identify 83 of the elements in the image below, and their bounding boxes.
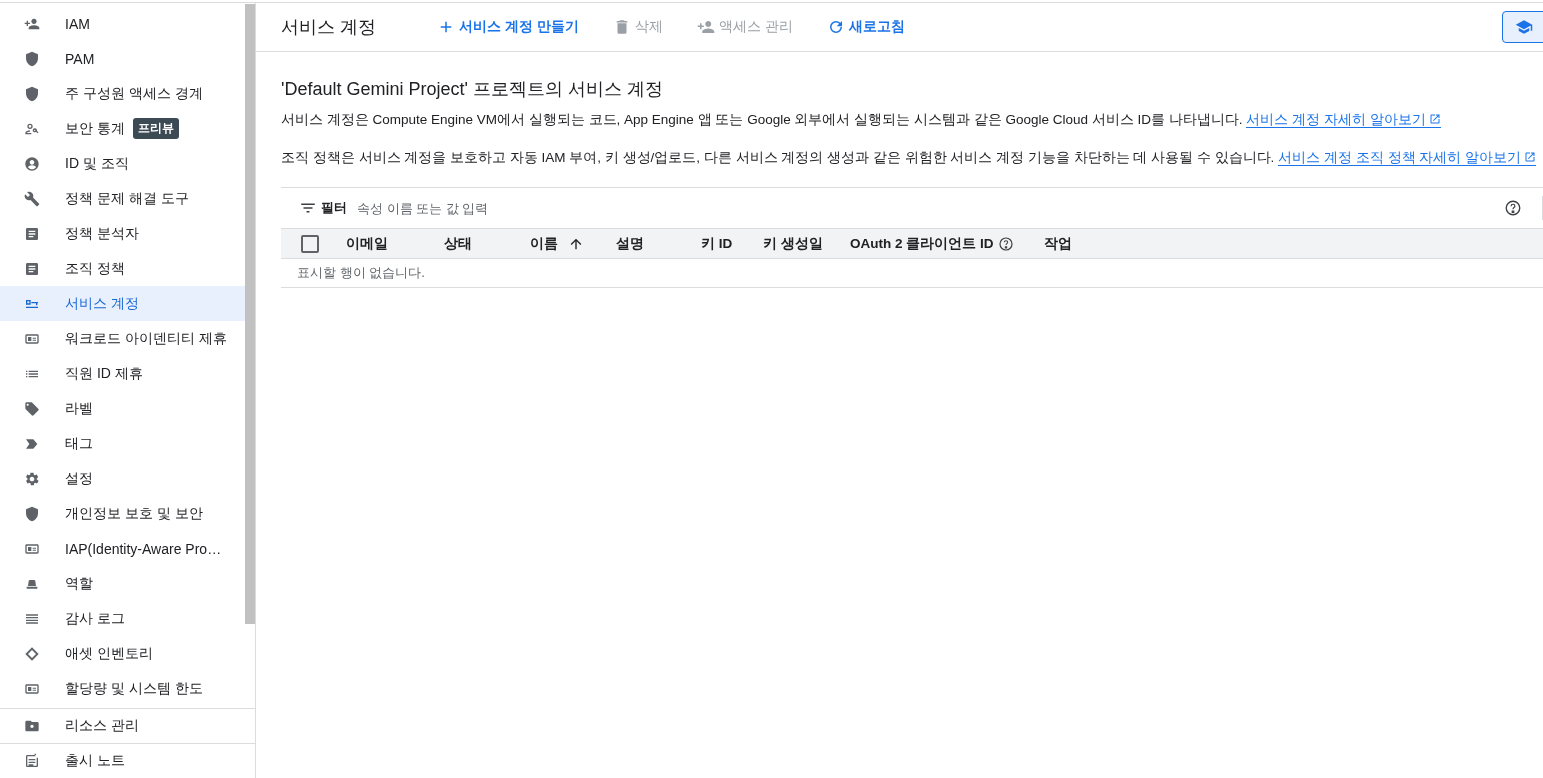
sidebar-item[interactable]: 정책 문제 해결 도구	[0, 181, 245, 216]
sidebar-item[interactable]: 직원 ID 제휴	[0, 356, 245, 391]
sidebar-item[interactable]: IAM	[0, 6, 245, 41]
sidebar-item-label: 감사 로그	[65, 609, 125, 628]
help-icon[interactable]	[1504, 199, 1522, 217]
section-heading: 'Default Gemini Project' 프로젝트의 서비스 계정	[281, 78, 664, 101]
sidebar-item[interactable]: 서비스 계정	[0, 286, 245, 321]
diamond-icon	[24, 645, 40, 662]
sidebar-item[interactable]: 정책 분석자	[0, 216, 245, 251]
column-header[interactable]: 이메일	[338, 234, 436, 253]
sidebar-item[interactable]: 애셋 인벤토리	[0, 636, 245, 671]
sidebar-item-label: 정책 분석자	[65, 224, 139, 243]
settings-icon	[24, 470, 40, 487]
page-title: 서비스 계정	[281, 16, 377, 39]
sidebar-item[interactable]: 할당량 및 시스템 한도	[0, 671, 245, 706]
sidebar-item-label: 할당량 및 시스템 한도	[65, 679, 203, 698]
wrench-icon	[24, 190, 40, 207]
sidebar-item[interactable]: ID 및 조직	[0, 146, 245, 181]
select-all-checkbox[interactable]	[301, 234, 319, 253]
sidebar-item-label: IAP(Identity-Aware Pro…	[65, 540, 222, 557]
shield-icon	[24, 505, 40, 522]
learn-more-link[interactable]: 서비스 계정 자세히 알아보기	[1246, 112, 1441, 128]
sidebar-item-label: 정책 문제 해결 도구	[65, 189, 189, 208]
document-icon	[24, 260, 40, 277]
sidebar-item[interactable]: 주 구성원 액세스 경계	[0, 76, 245, 111]
column-header[interactable]: 이름	[522, 234, 608, 253]
folder-icon	[24, 718, 40, 734]
sidebar-item-label: ID 및 조직	[65, 154, 129, 173]
sidebar-item[interactable]: 역할	[0, 566, 245, 601]
sidebar-item[interactable]: 워크로드 아이덴티티 제휴	[0, 321, 245, 356]
sidebar-item[interactable]: 개인정보 보호 및 보안	[0, 496, 245, 531]
learn-more-link[interactable]: 서비스 계정 조직 정책 자세히 알아보기	[1278, 150, 1537, 166]
sidebar-item[interactable]: 조직 정책	[0, 251, 245, 286]
column-header[interactable]: 키 생성일	[755, 234, 842, 253]
sidebar-item-label: 태그	[65, 434, 93, 453]
sidebar-item-label: 서비스 계정	[65, 294, 139, 313]
label-icon	[24, 400, 40, 417]
scrollbar[interactable]	[245, 4, 255, 624]
sidebar-item-label: 애셋 인벤토리	[65, 644, 153, 663]
sidebar-item-label: 직원 ID 제휴	[65, 364, 143, 383]
sidebar-item[interactable]: 리소스 관리	[0, 709, 255, 743]
shield-icon	[24, 50, 40, 67]
account-icon	[24, 155, 40, 172]
sidebar-item-label: IAM	[65, 15, 90, 32]
help-icon[interactable]	[997, 235, 1014, 252]
notes-icon	[24, 753, 40, 769]
sidebar-item-label: 개인정보 보호 및 보안	[65, 504, 203, 523]
sidebar-item[interactable]: 출시 노트	[0, 743, 255, 778]
description-text: 서비스 계정은 Compute Engine VM에서 실행되는 코드, App Engine 앱 또는 Google 외부에서 실행되는 시스템과 같은 Google Cloud 서비스 ID를 나타냅니다. 서비스 계정 자세히 알아보기	[281, 110, 1543, 130]
description-text: 조직 정책은 서비스 계정을 보호하고 자동 IAM 부여, 키 생성/업로드, 다른 서비스 계정의 생성과 같은 위험한 서비스 계정 기능을 차단하는 데 사용될 수 있습니다. 서비스 계정 조직 정책 자세히 알아보기	[281, 148, 1543, 168]
column-header[interactable]: 키 ID	[693, 234, 755, 253]
sidebar-item-label: 리소스 관리	[65, 717, 139, 735]
sidebar-item-label: 설정	[65, 469, 93, 488]
sidebar-item-label: 라벨	[65, 399, 93, 418]
external-link-icon	[1524, 151, 1537, 163]
sidebar-item-label: 워크로드 아이덴티티 제휴	[65, 329, 227, 348]
toolbar-button[interactable]: 새로고침	[818, 12, 913, 42]
sidebar-item[interactable]: 태그	[0, 426, 245, 461]
sidebar-item-label: 주 구성원 액세스 경계	[65, 84, 203, 103]
sidebar-item[interactable]: 보안 통계 프리뷰	[0, 111, 245, 146]
sidebar-item[interactable]: 라벨	[0, 391, 245, 426]
filter-button[interactable]: 필터	[281, 199, 347, 217]
sidebar-item[interactable]: 설정	[0, 461, 245, 496]
sidebar-item[interactable]: 감사 로그	[0, 601, 245, 636]
preview-badge: 프리뷰	[132, 118, 179, 139]
column-header[interactable]: 작업	[1036, 234, 1543, 253]
toolbar-button[interactable]: 서비스 계정 만들기	[429, 12, 587, 42]
shield-icon	[24, 85, 40, 102]
sidebar-item-label: 보안 통계	[65, 119, 125, 138]
column-header[interactable]: 상태	[436, 234, 522, 253]
sidebar-item-label: 조직 정책	[65, 259, 125, 278]
sidebar-item[interactable]: PAM	[0, 41, 245, 76]
sidebar-item-label: 역할	[65, 574, 93, 593]
column-header[interactable]: OAuth 2 클라이언트 ID	[842, 234, 1036, 253]
school-icon	[1515, 18, 1533, 36]
sidebar-item[interactable]: IAP(Identity-Aware Pro…	[0, 531, 245, 566]
column-header[interactable]: 설명	[608, 234, 693, 253]
sidebar-item-label: 출시 노트	[65, 752, 125, 770]
empty-table-message: 표시할 행이 없습니다.	[297, 264, 425, 282]
person-add-icon	[696, 18, 715, 36]
external-link-icon	[1428, 113, 1441, 125]
document-icon	[24, 225, 40, 242]
sidebar-item-label: PAM	[65, 50, 95, 67]
